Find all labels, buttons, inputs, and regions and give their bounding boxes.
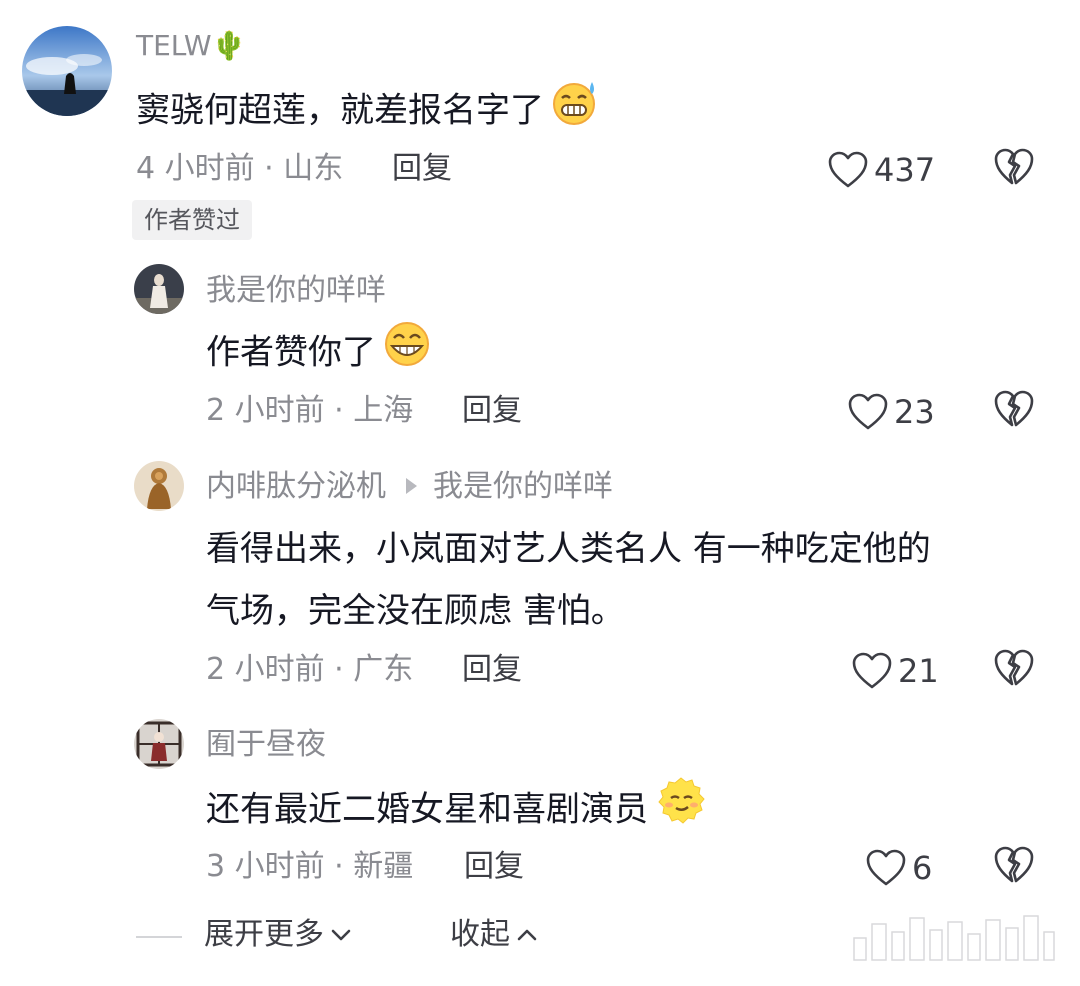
comment-username: 内啡肽分泌机 我是你的咩咩 bbox=[206, 472, 613, 502]
dislike-button[interactable] bbox=[994, 390, 1038, 434]
comment-text: 作者赞你了 bbox=[206, 320, 432, 388]
watermark bbox=[848, 910, 1058, 966]
like-count: 437 bbox=[874, 151, 936, 189]
like-count: 6 bbox=[912, 849, 933, 887]
grin-emoji bbox=[382, 320, 432, 388]
broken-heart-icon bbox=[994, 649, 1034, 686]
comment-text: 窦骁何超莲，就差报名字了 bbox=[136, 78, 602, 146]
comment-time-location: 2 小时前 · 上海 bbox=[206, 393, 414, 428]
like-button[interactable]: 23 bbox=[848, 390, 935, 434]
comment-text-line: 气场，完全没在顾虑 害怕。 bbox=[206, 591, 625, 631]
reply-button[interactable]: 回复 bbox=[464, 852, 524, 882]
like-count: 23 bbox=[894, 393, 935, 431]
like-button[interactable]: 437 bbox=[828, 148, 935, 192]
collapse-button[interactable]: 收起 bbox=[450, 920, 538, 950]
expand-more-label: 展开更多 bbox=[204, 917, 324, 952]
heart-icon bbox=[848, 393, 888, 430]
comment-time-location: 4 小时前 · 山东 bbox=[136, 151, 344, 186]
reply-button[interactable]: 回复 bbox=[392, 154, 452, 184]
avatar[interactable] bbox=[134, 264, 184, 314]
comment-text-content: 窦骁何超莲，就差报名字了 bbox=[136, 90, 544, 131]
heart-icon bbox=[828, 151, 868, 188]
smirk-emoji bbox=[654, 774, 708, 848]
avatar[interactable] bbox=[22, 26, 112, 116]
divider bbox=[136, 936, 182, 938]
collapse-label: 收起 bbox=[450, 917, 510, 952]
like-button[interactable]: 21 bbox=[852, 649, 939, 693]
grin-sweat-emoji bbox=[550, 78, 602, 146]
dislike-button[interactable] bbox=[994, 846, 1038, 890]
comment-time-location: 3 小时前 · 新疆 bbox=[206, 849, 414, 884]
comment-text: 还有最近二婚女星和喜剧演员 bbox=[206, 774, 708, 848]
avatar[interactable] bbox=[134, 719, 184, 769]
comment-text-content: 作者赞你了 bbox=[206, 332, 376, 373]
dislike-button[interactable] bbox=[994, 649, 1038, 693]
broken-heart-icon bbox=[994, 148, 1034, 185]
author-liked-badge: 作者赞过 bbox=[132, 200, 252, 240]
broken-heart-icon bbox=[994, 846, 1034, 883]
comment-username[interactable]: TELW🌵 bbox=[136, 32, 246, 60]
comment-username[interactable]: 我是你的咩咩 bbox=[206, 276, 386, 306]
reply-author[interactable]: 内啡肽分泌机 bbox=[206, 469, 386, 504]
heart-icon bbox=[852, 652, 892, 689]
reply-button[interactable]: 回复 bbox=[462, 655, 522, 685]
comment-time-location: 2 小时前 · 广东 bbox=[206, 652, 414, 687]
avatar[interactable] bbox=[134, 461, 184, 511]
comment-text-line: 看得出来，小岚面对艺人类名人 有一种吃定他的 bbox=[206, 529, 931, 569]
expand-more-button[interactable]: 展开更多 bbox=[204, 920, 352, 950]
reply-button[interactable]: 回复 bbox=[462, 396, 522, 426]
like-button[interactable]: 6 bbox=[866, 846, 932, 890]
comment-username[interactable]: 囿于昼夜 bbox=[206, 730, 326, 760]
heart-icon bbox=[866, 849, 906, 886]
comment-text: 看得出来，小岚面对艺人类名人 有一种吃定他的 气场，完全没在顾虑 害怕。 bbox=[206, 518, 931, 642]
reply-arrow-icon bbox=[406, 477, 417, 494]
dislike-button[interactable] bbox=[994, 148, 1038, 192]
broken-heart-icon bbox=[994, 390, 1034, 427]
chevron-up-icon bbox=[517, 929, 537, 941]
comment-text-content: 还有最近二婚女星和喜剧演员 bbox=[206, 789, 648, 830]
chevron-down-icon bbox=[331, 929, 351, 941]
reply-target[interactable]: 我是你的咩咩 bbox=[433, 469, 613, 504]
like-count: 21 bbox=[898, 652, 939, 690]
